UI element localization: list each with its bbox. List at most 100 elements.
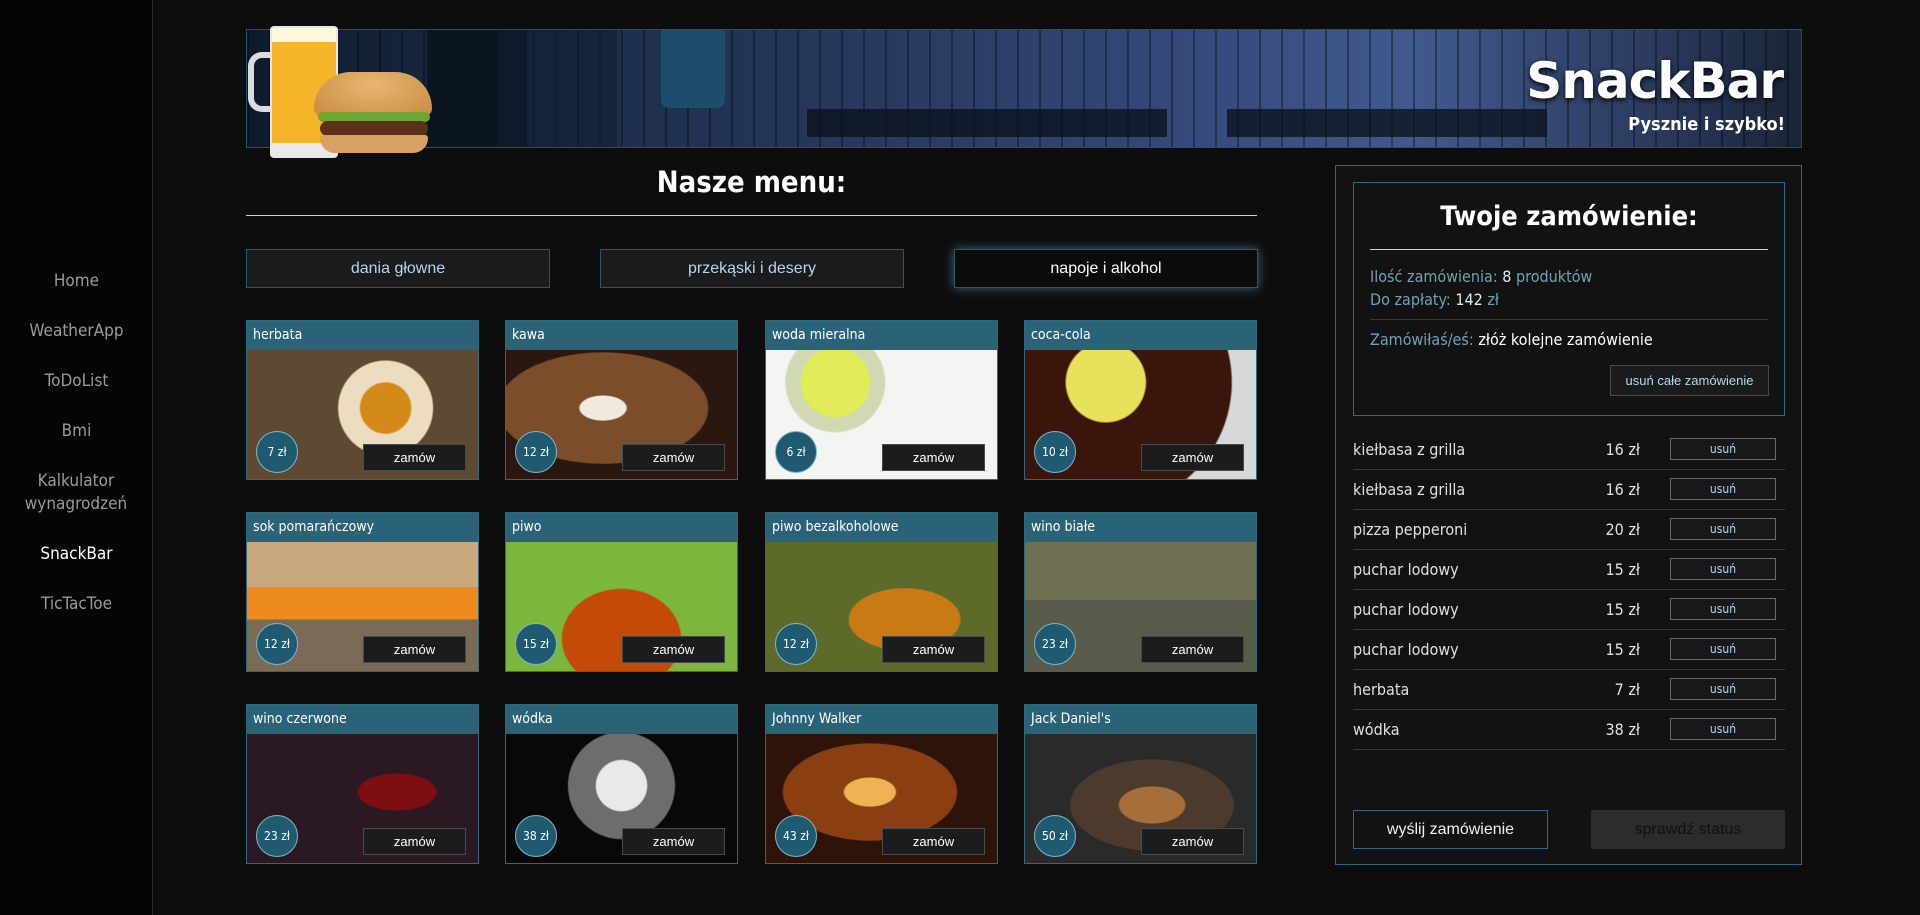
order-count-value: 8	[1502, 267, 1512, 286]
order-row-price: 15 zł	[1605, 560, 1640, 579]
order-button[interactable]: zamów	[882, 828, 985, 855]
remove-item-button[interactable]: usuń	[1670, 438, 1776, 460]
category-napoje-alkohol[interactable]: napoje i alkohol	[954, 249, 1258, 288]
sidebar-item-kalkulator[interactable]: Kalkulator wynagrodzeń	[21, 470, 131, 516]
order-total-label: Do zapłaty:	[1370, 290, 1451, 309]
order-row: puchar lodowy 15 zł usuń	[1353, 590, 1785, 630]
remove-item-button[interactable]: usuń	[1670, 518, 1776, 540]
order-divider	[1370, 249, 1768, 250]
menu-item-card: Johnny Walker 43 zł zamów	[765, 704, 998, 864]
order-row: pizza pepperoni 20 zł usuń	[1353, 510, 1785, 550]
menu-item-name: wódka	[506, 705, 737, 734]
menu-item-name: Jack Daniel's	[1025, 705, 1256, 734]
menu-item-price: 12 zł	[256, 623, 298, 665]
burger-patty	[320, 121, 428, 136]
menu-item-name: coca-cola	[1025, 321, 1256, 350]
category-przekaski-desery[interactable]: przekąski i desery	[600, 249, 904, 288]
menu-item-name: sok pomarańczowy	[247, 513, 478, 542]
order-total-line: Do zapłaty: 142 zł	[1370, 290, 1499, 309]
order-count-label: Ilość zamówienia:	[1370, 267, 1498, 286]
menu-item-price: 6 zł	[775, 431, 817, 473]
menu-item-name: wino czerwone	[247, 705, 478, 734]
beer-burger-logo	[248, 22, 434, 164]
order-row-name: herbata	[1353, 680, 1410, 699]
menu-item-price: 15 zł	[515, 623, 557, 665]
remove-item-button[interactable]: usuń	[1670, 478, 1776, 500]
order-summary: Twoje zamówienie: Ilość zamówienia: 8 pr…	[1353, 182, 1785, 416]
order-row: herbata 7 zł usuń	[1353, 670, 1785, 710]
sidebar-item-todolist[interactable]: ToDoList	[0, 370, 153, 393]
order-row-price: 38 zł	[1605, 720, 1640, 739]
order-row-price: 15 zł	[1605, 600, 1640, 619]
menu-item-name: wino białe	[1025, 513, 1256, 542]
burger-bun	[314, 72, 432, 116]
menu-item-card: piwo 15 zł zamów	[505, 512, 738, 672]
sidebar: Home WeatherApp ToDoList Bmi Kalkulator …	[0, 0, 153, 915]
new-order-link[interactable]: złóż kolejne zamówienie	[1478, 330, 1652, 349]
order-button[interactable]: zamów	[882, 636, 985, 663]
order-button[interactable]: zamów	[1141, 828, 1244, 855]
order-row: puchar lodowy 15 zł usuń	[1353, 550, 1785, 590]
menu-item-card: wino czerwone 23 zł zamów	[246, 704, 479, 864]
brand-tagline: Pysznie i szybko!	[1628, 114, 1785, 135]
menu-item-price: 23 zł	[1034, 623, 1076, 665]
sidebar-item-snackbar[interactable]: SnackBar	[0, 543, 153, 566]
menu-item-price: 10 zł	[1034, 431, 1076, 473]
order-row-name: puchar lodowy	[1353, 560, 1459, 579]
order-button[interactable]: zamów	[622, 828, 725, 855]
order-button[interactable]: zamów	[363, 636, 466, 663]
banner-flag-image	[661, 30, 725, 108]
header-banner: SnackBar Pysznie i szybko!	[246, 29, 1802, 148]
menu-item-card: kawa 12 zł zamów	[505, 320, 738, 480]
order-row-price: 16 zł	[1605, 440, 1640, 459]
order-button[interactable]: zamów	[1141, 636, 1244, 663]
clear-order-button[interactable]: usuń całe zamówienie	[1610, 365, 1769, 396]
sidebar-nav: Home WeatherApp ToDoList Bmi Kalkulator …	[0, 270, 153, 643]
menu-item-card: piwo bezalkoholowe 12 zł zamów	[765, 512, 998, 672]
menu-item-name: Johnny Walker	[766, 705, 997, 734]
banner-background	[497, 30, 617, 147]
order-row-name: puchar lodowy	[1353, 640, 1459, 659]
order-row: wódka 38 zł usuń	[1353, 710, 1785, 750]
remove-item-button[interactable]: usuń	[1670, 718, 1776, 740]
order-button[interactable]: zamów	[1141, 444, 1244, 471]
sidebar-item-tictactoe[interactable]: TicTacToe	[0, 593, 153, 616]
remove-item-button[interactable]: usuń	[1670, 678, 1776, 700]
check-status-button: sprawdź status	[1591, 810, 1785, 849]
order-button[interactable]: zamów	[622, 636, 725, 663]
order-heading: Twoje zamówienie:	[1440, 201, 1698, 232]
remove-item-button[interactable]: usuń	[1670, 598, 1776, 620]
category-dania-glowne[interactable]: dania głowne	[246, 249, 550, 288]
banner-tables-image	[1227, 109, 1547, 137]
sidebar-item-bmi[interactable]: Bmi	[0, 420, 153, 443]
menu-divider	[246, 215, 1257, 216]
sidebar-item-home[interactable]: Home	[0, 270, 153, 293]
menu-item-card: coca-cola 10 zł zamów	[1024, 320, 1257, 480]
order-button[interactable]: zamów	[622, 444, 725, 471]
order-count-line: Ilość zamówienia: 8 produktów	[1370, 267, 1592, 286]
order-row-price: 15 zł	[1605, 640, 1640, 659]
menu-title: Nasze menu:	[656, 165, 847, 199]
order-row-price: 7 zł	[1614, 680, 1640, 699]
menu-item-price: 43 zł	[775, 815, 817, 857]
order-divider	[1370, 319, 1768, 320]
menu-item-card: herbata 7 zł zamów	[246, 320, 479, 480]
order-button[interactable]: zamów	[363, 444, 466, 471]
send-order-button[interactable]: wyślij zamówienie	[1353, 810, 1548, 849]
banner-tables-image	[807, 109, 1167, 137]
sidebar-item-weatherapp[interactable]: WeatherApp	[0, 320, 153, 343]
order-button[interactable]: zamów	[882, 444, 985, 471]
order-row: kiełbasa z grilla 16 zł usuń	[1353, 470, 1785, 510]
remove-item-button[interactable]: usuń	[1670, 558, 1776, 580]
menu-item-name: herbata	[247, 321, 478, 350]
order-count-unit: produktów	[1515, 267, 1593, 286]
order-button[interactable]: zamów	[363, 828, 466, 855]
order-row-price: 20 zł	[1605, 520, 1640, 539]
order-row-price: 16 zł	[1605, 480, 1640, 499]
menu-item-card: wódka 38 zł zamów	[505, 704, 738, 864]
order-row-name: wódka	[1353, 720, 1400, 739]
menu-item-name: piwo	[506, 513, 737, 542]
menu-item-name: woda mieralna	[766, 321, 997, 350]
remove-item-button[interactable]: usuń	[1670, 638, 1776, 660]
menu-item-price: 38 zł	[515, 815, 557, 857]
